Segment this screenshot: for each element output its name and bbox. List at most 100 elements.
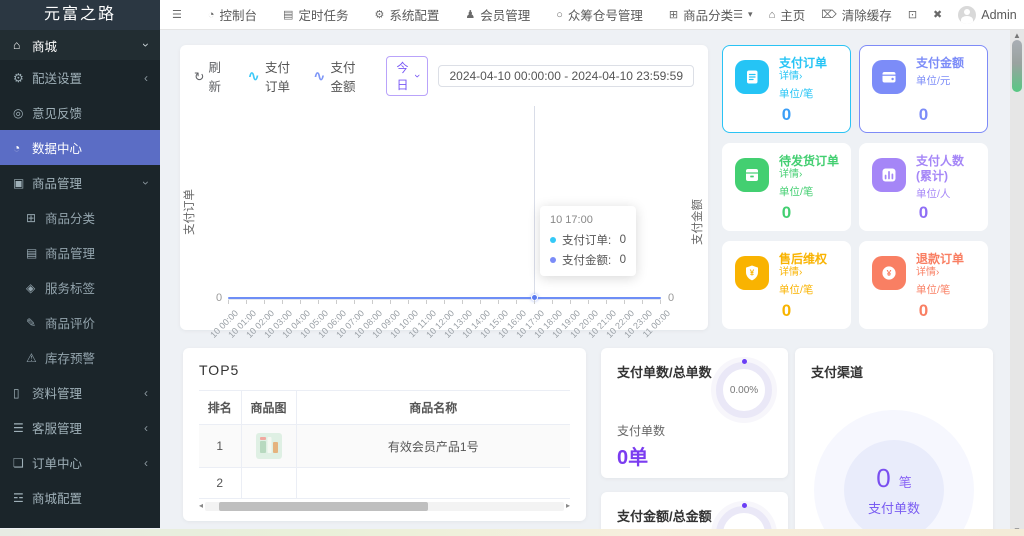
tooltip-series-label: 支付订单: [562,235,612,247]
scroll-right-icon[interactable]: ▸ [566,501,570,511]
menu-icon: ☰ [733,9,744,21]
date-preset-label: 今日 [396,61,409,92]
scroll-up-icon[interactable]: ▲ [1010,31,1024,40]
detail-link[interactable]: 详情› [779,267,802,280]
nav-item-label: 众筹仓号管理 [567,9,643,23]
x-axis-tick [606,300,607,304]
nav-item-product-category[interactable]: ⊞ 商品分类 [669,5,733,24]
name-cell: 有效会员产品1号 [296,424,570,468]
refresh-tab-icon[interactable]: ⊡ [908,8,917,21]
sidebar-item-stock-warning[interactable]: ⚠ 库存预警 [0,340,160,375]
x-axis-tick [336,300,337,304]
sidebar-item-product-category[interactable]: ⊞ 商品分类 [0,200,160,235]
clear-cache-button[interactable]: ⌦ 清除缓存 [821,5,892,24]
sidebar-item-customer-service[interactable]: ☰ 客服管理 ‹ [0,410,160,445]
sidebar-item-mall-config[interactable]: ☲ 商城配置 [0,480,160,515]
nav-item-crowdfunding[interactable]: ○ 众筹仓号管理 [556,5,643,24]
x-axis-tick [264,300,265,304]
detail-link[interactable]: 详情› [779,169,802,182]
channel-value: 0 [876,463,891,493]
tooltip-series-label: 支付金额: [562,255,612,267]
sidebar-item-product-admin[interactable]: ▤ 商品管理 [0,235,160,270]
x-axis-tick [354,300,355,304]
table-horizontal-scrollbar[interactable]: ◂ ▸ [199,501,570,511]
y-axis-left-title: 支付订单 [184,189,196,235]
user-menu[interactable]: Admin [958,5,1017,24]
question-circle-icon: ◎ [13,105,24,120]
card-title-row: 支付人数(累计) [916,154,977,184]
detail-link[interactable]: 详情› [916,267,939,280]
sidebar-toggle-icon[interactable]: ☰ [172,8,182,21]
product-image [255,433,282,459]
x-axis-tick [642,300,643,304]
vertical-scrollbar[interactable]: ▲ ▼ [1010,30,1024,536]
table-column-header: 商品名称 [296,390,570,425]
date-range-input[interactable]: 2024-04-10 00:00:00 - 2024-04-10 23:59:5… [438,65,694,87]
stat-card-pending-shipment[interactable]: 待发货订单 详情› 单位/笔 0 [722,143,851,231]
x-axis-tick [426,300,427,304]
sidebar-item-product-management[interactable]: ▣ 商品管理 › [0,165,160,200]
stat-card-pay-users[interactable]: 支付人数(累计) 单位/人 0 [859,143,988,231]
menu-dropdown[interactable]: ☰ ▾ [733,8,752,21]
card-value: 0 [918,301,929,320]
gauge-dot [741,359,747,364]
chevron-down-icon: › [139,43,153,47]
card-unit: 单位/笔 [779,283,814,296]
table-row[interactable]: 2 [199,467,570,499]
nav-item-scheduled-tasks[interactable]: ▤ 定时任务 [283,5,348,24]
list-icon: ☰ [13,420,24,435]
card-title: 待发货订单 [779,154,840,168]
caret-down-icon: ▾ [748,9,753,19]
stat-card-pay-orders[interactable]: 支付订单 详情› 单位/笔 0 [722,45,851,133]
card-value: 0 [918,105,929,124]
x-axis-tick [516,300,517,304]
sidebar-item-label: 库存预警 [45,352,96,366]
x-axis-tick [480,300,481,304]
vscroll-thumb[interactable] [1012,40,1022,92]
gear-icon: ⚙ [374,9,385,21]
legend-item-2[interactable]: ∿ 支付金额 [313,57,357,95]
gauge-dot [741,503,747,508]
wave-icon: ∿ [247,68,260,85]
legend-item-1[interactable]: ∿ 支付订单 [247,57,291,95]
home-button[interactable]: ⌂ 主页 [769,5,806,24]
navbar-actions: ☰ ▾ ⌂ 主页 ⌦ 清除缓存 ⊡ ✖ Admin ⚙ [733,5,1024,24]
refresh-button[interactable]: ↻ 刷新 [194,57,221,95]
x-axis-tick [624,300,625,304]
table-row[interactable]: 1 有效会员产品1号 [199,424,570,468]
date-preset-button[interactable]: 今日 › [386,56,429,96]
channel-title: 支付渠道 [811,365,864,380]
sidebar-item-mall[interactable]: ⌂ 商城 › [0,30,160,60]
home-icon: ⌂ [13,38,21,52]
nav-item-label: 商品分类 [683,9,734,23]
box-icon: ▣ [13,175,25,190]
series-dot-icon [550,257,556,263]
stat-card-pay-amount[interactable]: 支付金额 单位/元 0 [859,45,988,133]
stat-card-after-sales[interactable]: ¥ 售后维权 详情› 单位/笔 0 [722,241,851,329]
sidebar-item-product-reviews[interactable]: ✎ 商品评价 [0,305,160,340]
x-axis-tick [282,300,283,304]
sidebar-item-feedback[interactable]: ◎ 意见反馈 [0,95,160,130]
sidebar-item-order-center[interactable]: ❏ 订单中心 ‹ [0,445,160,480]
hscroll-thumb[interactable] [219,501,428,511]
sidebar-item-delivery-settings[interactable]: ⚙ 配送设置 ‹ [0,60,160,95]
sidebar-item-material-management[interactable]: ▯ 资料管理 ‹ [0,375,160,410]
sidebar-item-label: 订单中心 [32,457,83,471]
avatar [958,5,977,24]
nav-item-system-config[interactable]: ⚙ 系统配置 [374,5,439,24]
card-body: 支付人数(累计) 单位/人 [916,154,977,201]
barchart-icon [872,158,906,192]
gauge-value: 0单 [617,447,649,469]
fullscreen-icon[interactable]: ✖ [933,8,942,21]
nav-item-member-management[interactable]: ♟ 会员管理 [465,5,530,24]
detail-link[interactable]: 详情› [779,71,802,84]
line-chart[interactable]: 支付订单 支付金额 0 0 10 00:00 10 01:00 10 02:00 10… [180,96,708,340]
stat-card-refund-orders[interactable]: ¥ 退款订单 详情› 单位/笔 0 [859,241,988,329]
hscroll-track[interactable] [205,501,564,511]
channel-donut: 0 笔 支付单数 [844,440,944,536]
nav-item-console[interactable]: ◔ 控制台 [208,5,257,24]
sidebar-item-service-tags[interactable]: ◈ 服务标签 [0,270,160,305]
top5-title: TOP5 [199,362,240,378]
sidebar-item-data-center[interactable]: ◔ 数据中心 [0,130,160,165]
scroll-left-icon[interactable]: ◂ [199,501,203,511]
